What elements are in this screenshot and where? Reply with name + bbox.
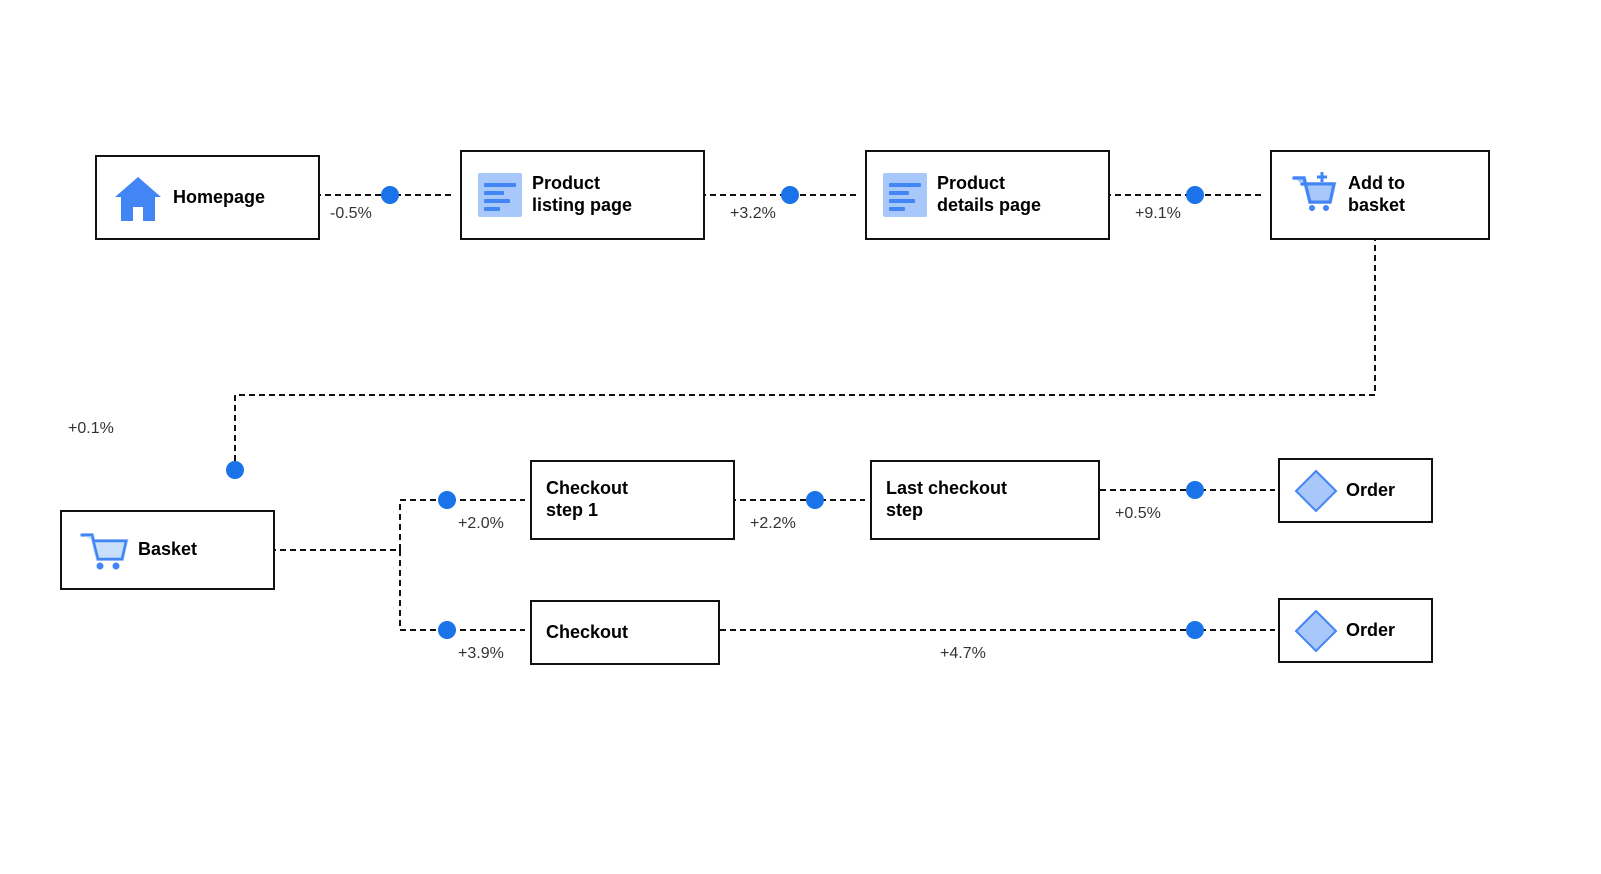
node-add-to-basket[interactable]: Add tobasket [1270,150,1490,240]
edge-label-details-basket: +9.1% [1135,205,1181,223]
edge-dot [226,461,244,479]
basket-icon [76,523,130,577]
product-details-label: Productdetails page [937,173,1041,216]
add-basket-label: Add tobasket [1348,173,1405,216]
edge-dot [1186,481,1204,499]
edge-label-homepage-listing: -0.5% [330,205,372,223]
node-last-checkout[interactable]: Last checkoutstep [870,460,1100,540]
edge-label-checkout-order2: +4.7% [940,645,986,663]
edge-dot [438,491,456,509]
edge-label-basket-checkout: +3.9% [458,645,504,663]
edge-dot [438,621,456,639]
last-checkout-label: Last checkoutstep [886,478,1007,521]
order2-label: Order [1346,620,1395,642]
add-basket-icon [1286,168,1340,222]
edge-label-basket-checkout1: +2.0% [458,515,504,533]
node-order2[interactable]: Order [1278,598,1433,663]
edge-dot [1186,621,1204,639]
edge-dot [1186,186,1204,204]
home-icon [111,171,165,225]
order1-icon [1294,469,1338,513]
node-order1[interactable]: Order [1278,458,1433,523]
node-product-listing[interactable]: Productlisting page [460,150,705,240]
checkout-step1-label: Checkoutstep 1 [546,478,628,521]
edge-label-listing-details: +3.2% [730,205,776,223]
node-homepage[interactable]: Homepage [95,155,320,240]
node-checkout[interactable]: Checkout [530,600,720,665]
homepage-label: Homepage [173,187,265,209]
basket-label: Basket [138,539,197,561]
flow-diagram: -0.5% +3.2% +9.1% +0.1% +2.0% +3.9% +2.2… [0,0,1601,874]
connection-lines [0,0,1601,874]
edge-label-add-basket: +0.1% [68,420,114,438]
list-page-icon [476,171,524,219]
checkout-label: Checkout [546,622,628,644]
product-details-icon [881,171,929,219]
order1-label: Order [1346,480,1395,502]
edge-label-checkout1-last: +2.2% [750,515,796,533]
edge-dot [381,186,399,204]
order2-icon [1294,609,1338,653]
node-checkout-step1[interactable]: Checkoutstep 1 [530,460,735,540]
edge-dot [781,186,799,204]
node-product-details[interactable]: Productdetails page [865,150,1110,240]
edge-dot [806,491,824,509]
node-basket[interactable]: Basket [60,510,275,590]
product-listing-label: Productlisting page [532,173,632,216]
edge-label-last-order1: +0.5% [1115,505,1161,523]
